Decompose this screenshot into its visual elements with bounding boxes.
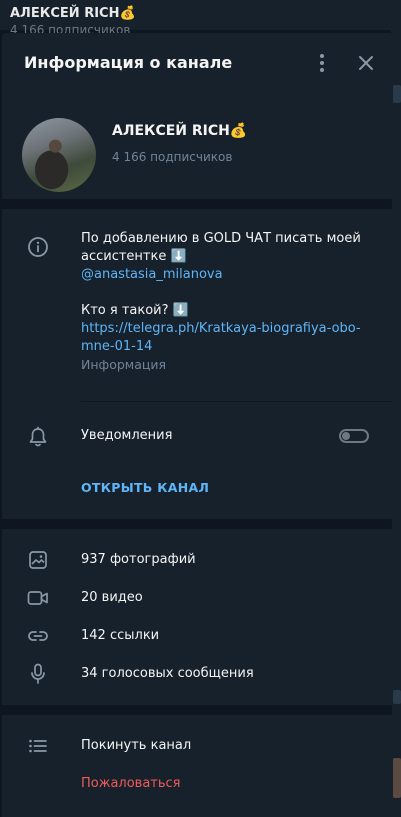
description-line: Кто я такой? ⬇️ <box>81 303 189 318</box>
background-message-thumb <box>393 758 401 798</box>
videos-count[interactable]: 20 видео <box>81 589 143 607</box>
background-chat-title: АЛЕКСЕЙ RICH💰 <box>10 6 136 21</box>
photo-icon <box>26 548 50 572</box>
panel-title: Информация о канале <box>24 53 233 72</box>
panel-header: Информация о канале <box>2 33 392 93</box>
channel-avatar[interactable] <box>22 118 96 192</box>
close-icon[interactable] <box>352 49 380 77</box>
toggle-knob <box>342 432 350 440</box>
info-label: Информация <box>81 357 167 372</box>
voice-count[interactable]: 34 голосовых сообщения <box>81 665 254 683</box>
microphone-icon <box>26 662 50 686</box>
biography-link-line[interactable]: https://telegra.ph/Kratkaya-biografiya-o… <box>81 320 361 338</box>
background-message-thumb <box>393 690 401 704</box>
notifications-label: Уведомления <box>81 428 173 443</box>
channel-subscribers: 4 166 подписчиков <box>112 150 233 164</box>
bell-icon <box>26 425 50 449</box>
links-count[interactable]: 142 ссылки <box>81 627 159 645</box>
open-channel-button[interactable]: ОТКРЫТЬ КАНАЛ <box>81 480 209 495</box>
mention-link[interactable]: @anastasia_milanova <box>81 266 361 284</box>
video-icon <box>26 586 50 610</box>
report-button[interactable]: Пожаловаться <box>81 775 181 793</box>
section-separator <box>2 519 392 529</box>
channel-description: По добавлению в GOLD ЧАТ писать моей асс… <box>81 230 361 374</box>
biography-link-line[interactable]: mne-01-14 <box>81 338 361 356</box>
biography-link[interactable]: https://telegra.ph/Kratkaya-biografiya-o… <box>81 320 361 356</box>
photos-count[interactable]: 937 фотографий <box>81 551 196 569</box>
notifications-toggle[interactable] <box>339 429 369 443</box>
link-icon <box>26 624 50 648</box>
leave-channel-button[interactable]: Покинуть канал <box>81 737 191 755</box>
channel-info-panel: Информация о канале АЛЕКСЕЙ RICH💰 4 166 … <box>2 33 392 817</box>
list-icon <box>26 734 50 758</box>
section-separator <box>2 199 392 209</box>
more-vertical-icon[interactable] <box>308 49 336 77</box>
info-icon <box>26 235 50 259</box>
section-separator <box>2 705 392 715</box>
description-line: По добавлению в GOLD ЧАТ писать моей <box>81 231 361 246</box>
channel-name: АЛЕКСЕЙ RICH💰 <box>112 123 248 139</box>
background-message-thumb <box>393 85 401 103</box>
divider <box>81 401 392 402</box>
background-chat-header: АЛЕКСЕЙ RICH💰 4 166 подписчиков <box>0 0 401 37</box>
description-line: ассистентке ⬇️ <box>81 249 187 264</box>
